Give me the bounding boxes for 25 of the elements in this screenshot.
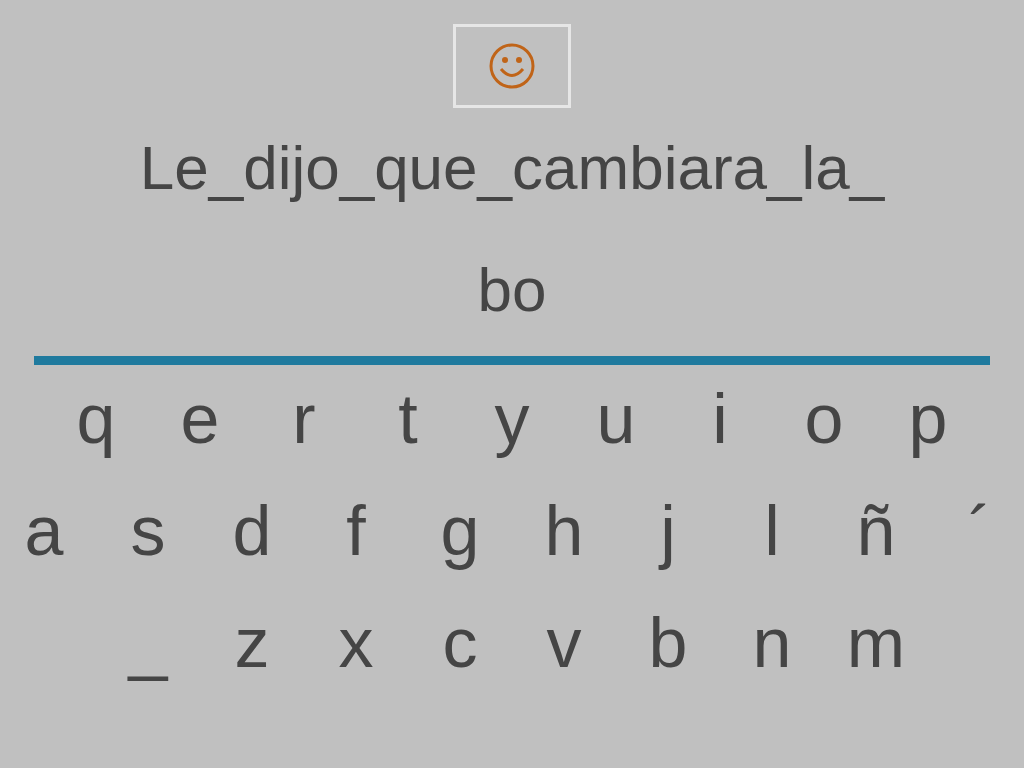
letter-key[interactable]: i [670, 383, 770, 455]
letter-key[interactable]: _ [98, 607, 198, 679]
letter-key[interactable]: s [98, 495, 198, 567]
letter-key[interactable]: o [774, 383, 874, 455]
letter-key[interactable]: ñ [826, 495, 926, 567]
letter-key[interactable]: d [202, 495, 302, 567]
letter-key[interactable]: n [722, 607, 822, 679]
letter-key[interactable]: x [306, 607, 406, 679]
letter-key[interactable]: a [0, 495, 94, 567]
letter-key[interactable]: u [566, 383, 666, 455]
letter-key[interactable]: r [254, 383, 354, 455]
letter-key[interactable]: f [306, 495, 406, 567]
letter-key[interactable]: h [514, 495, 614, 567]
letter-key[interactable]: t [358, 383, 458, 455]
letter-key[interactable]: l [722, 495, 822, 567]
letter-key[interactable]: ´ [930, 495, 1024, 567]
letter-key[interactable]: v [514, 607, 614, 679]
sentence-prompt: Le_dijo_que_cambiara_la_ [139, 132, 885, 204]
smiley-icon [488, 42, 536, 90]
letter-key[interactable]: b [618, 607, 718, 679]
letter-key[interactable]: c [410, 607, 510, 679]
letter-key[interactable]: e [150, 383, 250, 455]
typed-answer: bo [477, 254, 547, 326]
letter-key[interactable]: z [202, 607, 302, 679]
letter-key[interactable]: m [826, 607, 926, 679]
